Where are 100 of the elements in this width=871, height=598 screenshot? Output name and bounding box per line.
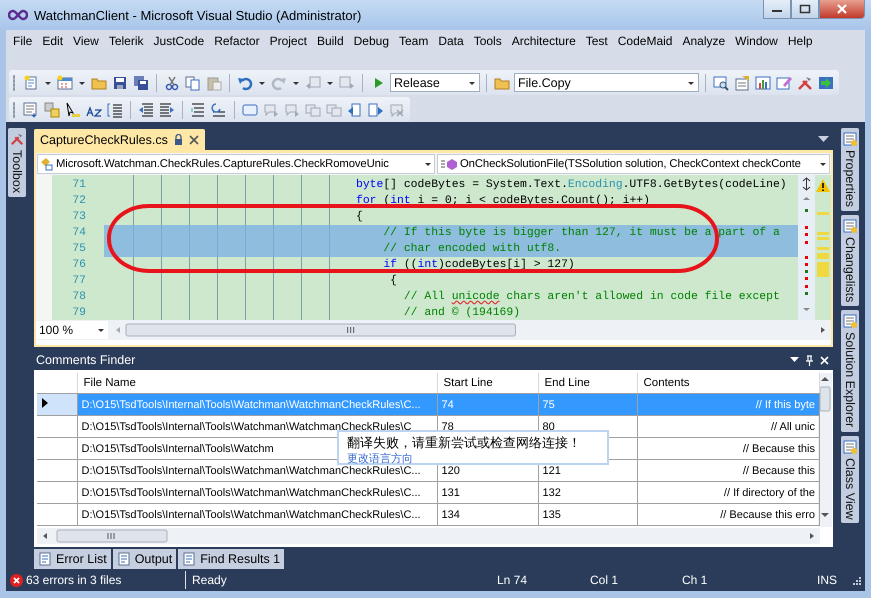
column-header[interactable]: File Name bbox=[77, 373, 437, 394]
member-dropdown[interactable]: OnCheckSolutionFile(TSSolution solution, CheckContext checkConte bbox=[437, 154, 830, 174]
horizontal-scrollbar[interactable] bbox=[37, 528, 820, 544]
pin-icon[interactable] bbox=[805, 354, 814, 366]
tool-window-tab[interactable]: Find Results 1 bbox=[178, 549, 284, 569]
code-line: // All unicode chars aren't allowed in code file except bbox=[402, 291, 780, 303]
uncomment-icon[interactable] bbox=[211, 102, 227, 118]
code-line: // char encoded with utf8. bbox=[382, 243, 562, 255]
menu-item[interactable]: Build bbox=[312, 32, 349, 52]
column-header[interactable]: Contents bbox=[637, 373, 820, 394]
menu-item[interactable]: CodeMaid bbox=[612, 32, 678, 52]
outdent-icon[interactable] bbox=[138, 102, 154, 118]
column-header[interactable]: Start Line bbox=[437, 373, 538, 394]
indent-icon[interactable] bbox=[159, 102, 175, 118]
tools-icon[interactable] bbox=[797, 74, 813, 90]
copy-icon[interactable] bbox=[185, 74, 201, 90]
table-cell: D:\O15\TsdTools\Internal\Tools\Watchman\WatchmanCheckRules\C bbox=[82, 420, 412, 432]
minimize-button[interactable] bbox=[763, 0, 791, 19]
table-cell: // If directory of the bbox=[724, 486, 815, 498]
table-row[interactable]: D:\O15\TsdTools\Internal\Tools\Watchman\WatchmanCheckRules\C... 131 132 // If directory of the bbox=[37, 482, 820, 504]
arrow-box-icon[interactable] bbox=[818, 74, 834, 90]
window-icon bbox=[843, 314, 857, 328]
chart-window-icon[interactable] bbox=[755, 74, 771, 90]
menu-item[interactable]: Window bbox=[730, 32, 783, 52]
close-button[interactable] bbox=[819, 0, 865, 19]
menu-item[interactable]: Debug bbox=[348, 32, 394, 52]
line-number: 74 bbox=[71, 226, 86, 241]
dock-tab[interactable]: Properties bbox=[841, 128, 859, 211]
caret-icon[interactable] bbox=[790, 357, 799, 363]
panel-title: Comments Finder bbox=[36, 353, 136, 367]
table-cell: 121 bbox=[542, 464, 561, 476]
pencil-window-icon[interactable] bbox=[776, 74, 792, 90]
menu-item[interactable]: Refactor bbox=[209, 32, 265, 52]
menu-item[interactable]: Analyze bbox=[677, 32, 730, 52]
line-number: 72 bbox=[71, 194, 86, 209]
window-icon bbox=[843, 218, 857, 233]
menu-item[interactable]: Test bbox=[580, 32, 613, 52]
find-dropdown[interactable]: File.Copy bbox=[514, 73, 699, 92]
code-line: byte[] codeBytes = System.Text.Encoding.UTF8.GetBytes(codeLine) bbox=[356, 179, 787, 191]
bookmark-icon[interactable] bbox=[347, 102, 363, 118]
code-line: { bbox=[356, 211, 363, 223]
lines-icon[interactable] bbox=[190, 102, 206, 118]
dock-tab[interactable]: Changelists bbox=[841, 214, 859, 306]
zoom-dropdown[interactable]: 100 % bbox=[36, 321, 108, 339]
column-header[interactable]: End Line bbox=[538, 373, 637, 394]
dock-tab[interactable]: Toolbox bbox=[8, 128, 26, 198]
cursor-icon[interactable] bbox=[65, 102, 81, 118]
sheet-icon[interactable] bbox=[734, 74, 750, 90]
error-count[interactable]: 63 errors in 3 files bbox=[26, 573, 122, 587]
menu-item[interactable]: Architecture bbox=[506, 32, 581, 52]
clipboard-icon[interactable] bbox=[206, 74, 222, 90]
current-row-icon bbox=[42, 398, 48, 408]
menu-item[interactable]: Edit bbox=[37, 32, 68, 52]
line-number: 77 bbox=[71, 274, 86, 289]
table-cell: 75 bbox=[542, 398, 555, 410]
menu-item[interactable]: Project bbox=[264, 32, 312, 52]
table-cell: 120 bbox=[442, 464, 460, 476]
document-icon bbox=[116, 552, 131, 566]
window-icon[interactable] bbox=[57, 74, 73, 90]
document-icon[interactable] bbox=[23, 74, 39, 90]
table-cell: // Because this bbox=[742, 464, 815, 476]
dock-tab[interactable]: Solution Explorer bbox=[841, 310, 859, 432]
caret-icon[interactable] bbox=[818, 136, 829, 142]
vertical-scrollbar[interactable] bbox=[818, 373, 832, 527]
document-tab[interactable]: CaptureCheckRules.cs bbox=[34, 129, 205, 150]
error-icon bbox=[10, 574, 23, 586]
configuration-dropdown[interactable]: Release bbox=[390, 73, 480, 92]
maximize-button[interactable] bbox=[791, 0, 819, 19]
floppy-disks-icon[interactable] bbox=[133, 74, 149, 90]
rounded-rect-icon[interactable] bbox=[242, 102, 258, 118]
tool-window-tab[interactable]: Output bbox=[112, 549, 176, 569]
menu-item[interactable]: Help bbox=[782, 32, 818, 52]
menu-item[interactable]: Tools bbox=[468, 32, 507, 52]
class-icon bbox=[40, 157, 54, 171]
dock-tab[interactable]: Class View bbox=[841, 436, 859, 524]
menu-item[interactable]: File bbox=[8, 32, 38, 52]
table-row[interactable]: D:\O15\TsdTools\Internal\Tools\Watchman\WatchmanCheckRules\C... 134 135 // Because this erro bbox=[37, 504, 820, 526]
bracket-lines-icon[interactable] bbox=[107, 102, 123, 118]
infinity-icon bbox=[8, 9, 28, 21]
bookmark-icon[interactable] bbox=[368, 102, 384, 118]
scissors-icon[interactable] bbox=[164, 74, 180, 90]
menu-item[interactable]: JustCode bbox=[148, 32, 210, 52]
table-cell: 134 bbox=[442, 508, 460, 520]
squares-icon[interactable] bbox=[44, 102, 60, 118]
magnifier-window-icon[interactable] bbox=[713, 74, 729, 90]
table-cell: D:\O15\TsdTools\Internal\Tools\Watchman\WatchmanCheckRules\C... bbox=[82, 464, 421, 476]
menu-item[interactable]: Team bbox=[394, 32, 434, 52]
menu-item[interactable]: Data bbox=[433, 32, 469, 52]
close-icon[interactable] bbox=[188, 134, 199, 144]
table-cell: 132 bbox=[542, 486, 561, 498]
code-line: if ((int)codeBytes[i] > 127) bbox=[382, 259, 575, 271]
tool-window-tab[interactable]: Error List bbox=[34, 549, 111, 569]
type-dropdown[interactable]: Microsoft.Watchman.CheckRules.CaptureRules.CheckRomoveUnic bbox=[37, 154, 435, 174]
menu-item[interactable]: Telerik bbox=[104, 32, 149, 52]
list-icon[interactable] bbox=[23, 102, 39, 118]
column-indicator: Col 1 bbox=[590, 573, 620, 587]
menu-item[interactable]: View bbox=[68, 32, 104, 52]
resize-grip-icon[interactable] bbox=[851, 575, 861, 585]
method-icon bbox=[440, 157, 458, 171]
table-cell: 131 bbox=[442, 486, 460, 498]
